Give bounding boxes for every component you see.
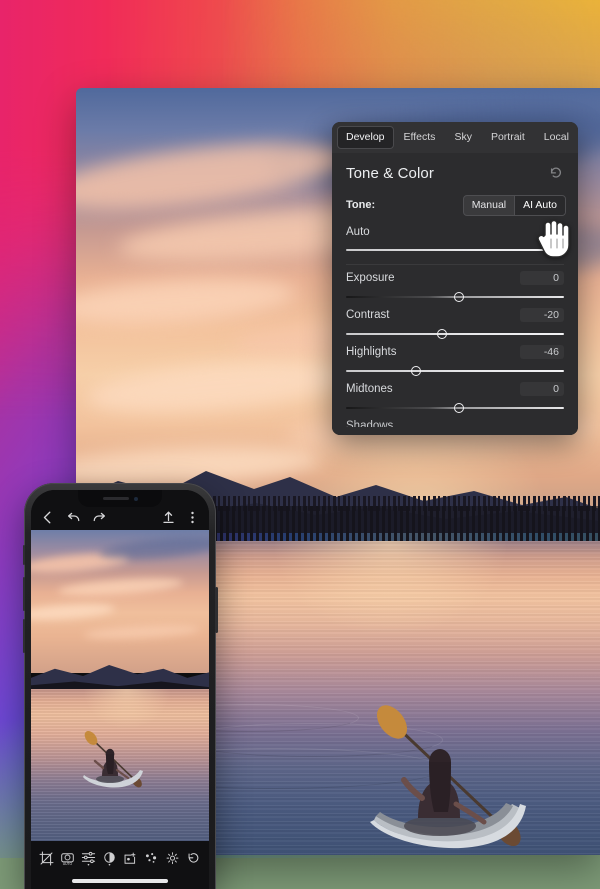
settings-gear-icon[interactable] xyxy=(165,850,180,867)
reset-icon[interactable] xyxy=(186,850,201,867)
slider-midtones: Midtones 0 xyxy=(332,376,578,413)
slider-exposure-value[interactable]: 0 xyxy=(520,270,564,285)
slider-midtones-header: Midtones 0 xyxy=(346,381,564,396)
slider-highlights-track[interactable] xyxy=(346,365,564,376)
phone-photo xyxy=(31,530,209,841)
tone-mode-ai-auto-button[interactable]: AI Auto xyxy=(514,195,565,215)
kayaker-subject xyxy=(77,730,155,796)
slider-contrast-label: Contrast xyxy=(346,308,390,321)
phone-volume-up-button[interactable] xyxy=(22,577,25,611)
slider-midtones-label: Midtones xyxy=(346,382,393,395)
undo-icon[interactable] xyxy=(66,510,81,525)
screenshot-root: Develop Effects Sky Portrait Local Tone … xyxy=(0,0,600,889)
panel-tab-bar: Develop Effects Sky Portrait Local xyxy=(332,122,578,153)
redo-icon[interactable] xyxy=(92,510,107,525)
phone-power-button[interactable] xyxy=(215,587,218,633)
slider-midtones-knob[interactable] xyxy=(454,402,465,413)
panel-body: Tone & Color Tone: Manual AI Auto Auto E… xyxy=(332,152,578,435)
slider-contrast-value[interactable]: -20 xyxy=(520,307,564,322)
slider-contrast-header: Contrast -20 xyxy=(346,307,564,322)
svg-text:AUTO: AUTO xyxy=(63,862,73,866)
front-camera-icon xyxy=(133,496,138,501)
phone-home-indicator xyxy=(72,879,168,883)
phone-top-toolbar-right xyxy=(161,510,200,525)
reset-arrow-icon[interactable] xyxy=(548,165,564,181)
slider-highlights: Highlights -46 xyxy=(332,339,578,376)
phone-screen: AUTO xyxy=(31,490,209,889)
slider-contrast-knob[interactable] xyxy=(436,328,447,339)
slider-highlights-track-line xyxy=(346,369,564,372)
slider-contrast-track-line xyxy=(346,332,564,335)
slider-contrast: Contrast -20 xyxy=(332,302,578,339)
adjust-sliders-icon[interactable] xyxy=(81,850,96,867)
tone-mode-segmented-control: Manual AI Auto xyxy=(462,194,566,216)
phone-notch xyxy=(78,490,162,507)
tab-local[interactable]: Local xyxy=(535,126,578,149)
back-chevron-icon[interactable] xyxy=(40,510,55,525)
panel-title: Tone & Color xyxy=(346,164,434,182)
tone-mode-manual-button[interactable]: Manual xyxy=(464,196,514,215)
slider-auto: Auto xyxy=(332,220,578,265)
slider-auto-label: Auto xyxy=(346,225,370,238)
slider-auto-track[interactable] xyxy=(346,244,565,255)
slider-highlights-value[interactable]: -46 xyxy=(520,344,564,359)
slider-midtones-value[interactable]: 0 xyxy=(520,381,564,396)
slider-midtones-track[interactable] xyxy=(346,402,564,413)
phone-mockup: AUTO xyxy=(22,483,218,889)
slider-auto-track-line xyxy=(346,248,564,251)
slider-exposure-header: Exposure 0 xyxy=(346,270,564,285)
slider-shadows-partial[interactable]: Shadows xyxy=(332,413,578,427)
tone-mode-row: Tone: Manual AI Auto xyxy=(332,192,578,220)
earpiece-speaker xyxy=(102,497,129,500)
slider-exposure-label: Exposure xyxy=(346,271,395,284)
tab-sky[interactable]: Sky xyxy=(445,126,481,149)
overflow-menu-icon[interactable] xyxy=(185,510,200,525)
tab-develop[interactable]: Develop xyxy=(337,126,394,149)
slider-auto-knob[interactable] xyxy=(554,244,565,255)
retouch-icon[interactable] xyxy=(144,850,159,867)
phone-top-toolbar-left xyxy=(40,510,107,525)
slider-highlights-knob[interactable] xyxy=(410,365,421,376)
slider-exposure-track[interactable] xyxy=(346,291,564,302)
slider-contrast-track[interactable] xyxy=(346,328,564,339)
effects-icon[interactable] xyxy=(123,850,138,867)
crop-icon[interactable] xyxy=(39,850,54,867)
tab-effects[interactable]: Effects xyxy=(395,126,445,149)
auto-enhance-icon[interactable]: AUTO xyxy=(60,850,75,867)
slider-exposure-knob[interactable] xyxy=(454,291,465,302)
tone-label: Tone: xyxy=(346,199,376,212)
slider-shadows-label: Shadows xyxy=(346,419,394,427)
slider-auto-header: Auto xyxy=(346,226,564,238)
edit-panel: Develop Effects Sky Portrait Local Tone … xyxy=(332,122,578,435)
contrast-icon[interactable] xyxy=(102,850,117,867)
slider-highlights-header: Highlights -46 xyxy=(346,344,564,359)
phone-volume-down-button[interactable] xyxy=(22,619,25,653)
tab-portrait[interactable]: Portrait xyxy=(482,126,534,149)
slider-highlights-label: Highlights xyxy=(346,345,397,358)
kayaker-subject xyxy=(356,700,556,855)
slider-exposure: Exposure 0 xyxy=(332,265,578,302)
share-export-icon[interactable] xyxy=(161,510,176,525)
water-sun-reflection xyxy=(84,688,170,729)
phone-mute-switch[interactable] xyxy=(22,545,25,565)
panel-header: Tone & Color xyxy=(332,153,578,192)
